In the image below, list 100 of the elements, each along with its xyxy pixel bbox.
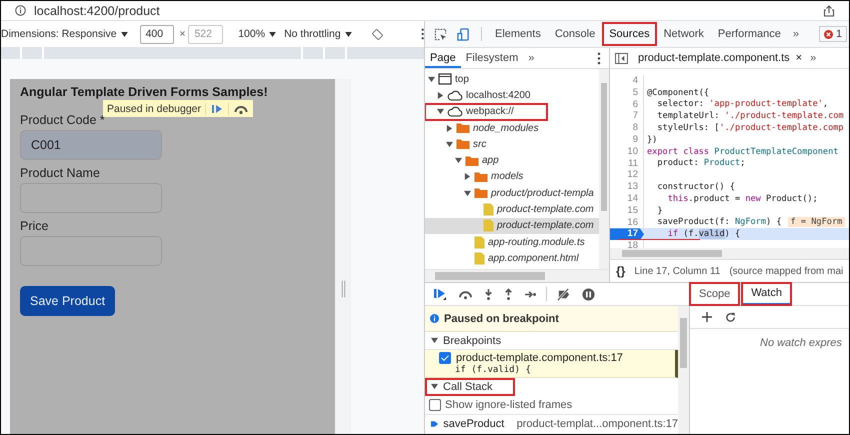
section-header[interactable]: Call Stack: [425, 378, 515, 396]
empty-watch-message: No watch expres: [759, 336, 843, 349]
error-count-badge[interactable]: 1: [819, 26, 847, 42]
zoom-dropdown[interactable]: 100%: [238, 28, 276, 40]
tree-item[interactable]: top: [425, 71, 599, 88]
navigator-tab[interactable]: Filesystem: [460, 48, 524, 68]
horizontal-scrollbar[interactable]: [610, 248, 849, 259]
line-number[interactable]: 15: [610, 204, 644, 217]
more-tabs-chevron[interactable]: »: [523, 52, 540, 64]
navigator-tab[interactable]: Page: [425, 48, 461, 68]
line-number[interactable]: 4: [610, 75, 644, 87]
pause-icon[interactable]: [582, 288, 595, 300]
code-line: styleUrls: ['./product-template.comp: [656, 123, 844, 134]
field-label: Price: [20, 219, 48, 233]
refresh-icon[interactable]: [725, 312, 736, 322]
more-tabs-chevron[interactable]: »: [805, 52, 822, 64]
expanded-arrow-icon[interactable]: [431, 337, 438, 344]
line-number[interactable]: 10: [610, 146, 644, 158]
sidebar-tab[interactable]: Watch: [742, 283, 791, 305]
line-number[interactable]: 12: [610, 169, 644, 182]
expanded-arrow-icon[interactable]: [428, 76, 435, 83]
code-line: saveProduct(f: NgForm) {: [656, 217, 782, 228]
line-number[interactable]: 8: [610, 122, 644, 134]
more-tabs-chevron[interactable]: »: [788, 28, 804, 40]
resume-icon[interactable]: [433, 287, 447, 301]
more-options-icon[interactable]: [420, 27, 424, 41]
inline-value: f = NgForm: [788, 217, 846, 228]
pretty-print-button[interactable]: {}: [616, 264, 626, 278]
tree-item[interactable]: app-routing.module.ts: [425, 234, 599, 250]
collapsed-arrow-icon[interactable]: [464, 173, 471, 180]
line-number[interactable]: 7: [610, 110, 644, 122]
vertical-scrollbar[interactable]: [678, 306, 689, 434]
tree-item[interactable]: product-template.com: [425, 218, 599, 234]
expanded-arrow-icon[interactable]: [455, 157, 462, 164]
step-over-icon[interactable]: [458, 288, 473, 300]
expanded-arrow-icon[interactable]: [464, 190, 471, 197]
code-line: templateUrl: './product-template.com: [656, 111, 844, 122]
line-number[interactable]: 9: [610, 134, 644, 146]
devtools-tab[interactable]: Performance: [710, 22, 788, 46]
call-frame[interactable]: saveProduct product-templat...omponent.ts:17: [425, 415, 678, 433]
step-out-icon[interactable]: [504, 288, 513, 300]
inspect-element-icon[interactable]: [434, 28, 447, 40]
devtools-tab[interactable]: Elements: [488, 22, 548, 46]
tree-item[interactable]: app.component.html: [425, 250, 599, 267]
tree-item[interactable]: product/product-templa: [425, 185, 599, 202]
checkbox-label[interactable]: Show ignore-listed frames: [445, 399, 572, 411]
breakpoint-location[interactable]: product-template.component.ts:17: [456, 352, 623, 364]
line-number[interactable]: 5: [610, 86, 644, 99]
cloud-icon: [447, 90, 463, 101]
url-text[interactable]: localhost:4200/product: [34, 4, 160, 18]
line-number[interactable]: 6: [610, 98, 644, 110]
file-icon: [483, 219, 494, 232]
device-toolbar-icon[interactable]: [457, 28, 470, 40]
error-icon: [824, 30, 834, 38]
expanded-arrow-icon[interactable]: [437, 108, 444, 116]
editor-tab[interactable]: product-template.component.ts: [633, 52, 793, 64]
tree-item[interactable]: localhost:4200: [425, 87, 599, 104]
code-line: constructor() {: [656, 182, 735, 192]
line-number[interactable]: 13: [610, 181, 644, 193]
folder-icon: [456, 122, 470, 134]
checkbox[interactable]: [429, 399, 441, 411]
toggle-navigator-icon[interactable]: [615, 52, 628, 64]
sidebar-tab[interactable]: Scope: [690, 283, 740, 305]
devtools-tab[interactable]: Console: [548, 22, 602, 46]
tree-item[interactable]: webpack://: [425, 104, 547, 120]
add-icon[interactable]: [702, 312, 712, 322]
collapsed-arrow-icon[interactable]: [437, 92, 444, 99]
step-into-icon[interactable]: [484, 288, 493, 300]
devtools-tab[interactable]: Network: [656, 22, 711, 46]
width-input[interactable]: 400: [140, 24, 174, 44]
code-line: selector: 'app-product-template',: [656, 99, 828, 110]
vertical-scrollbar[interactable]: [599, 69, 609, 269]
line-number[interactable]: 11: [610, 158, 644, 170]
collapsed-arrow-icon[interactable]: [446, 124, 453, 132]
horizontal-scrollbar[interactable]: [425, 269, 609, 282]
line-number[interactable]: 14: [610, 192, 644, 205]
checkbox[interactable]: [439, 352, 451, 364]
tree-item[interactable]: src: [425, 136, 599, 152]
line-number[interactable]: 17: [610, 228, 644, 240]
throttling-dropdown[interactable]: No throttling: [284, 28, 352, 40]
code-line: }: [656, 206, 663, 216]
tree-item[interactable]: models: [425, 168, 599, 186]
rotate-icon[interactable]: [372, 28, 383, 40]
more-options-icon[interactable]: [597, 52, 601, 64]
save-product-button[interactable]: Save Product: [20, 286, 116, 316]
deactivate-breakpoints-icon[interactable]: [556, 288, 571, 300]
tree-item[interactable]: node_modules: [425, 120, 599, 136]
devtools-tab[interactable]: Sources: [602, 22, 657, 46]
expanded-arrow-icon[interactable]: [446, 140, 453, 148]
close-tab-button[interactable]: ×: [792, 52, 806, 64]
tree-item[interactable]: product-template.com: [425, 201, 599, 218]
expanded-arrow-icon[interactable]: [431, 383, 438, 390]
step-icon[interactable]: [524, 290, 537, 298]
info-icon[interactable]: [15, 5, 26, 16]
resize-handle-icon[interactable]: [340, 279, 346, 299]
tree-item[interactable]: app: [425, 152, 599, 169]
dimensions-dropdown[interactable]: Dimensions: Responsive: [1, 28, 128, 40]
code-line: export class ProductTemplateComponent: [647, 146, 838, 157]
paused-message: Paused on breakpoint: [425, 306, 678, 332]
share-icon[interactable]: [823, 4, 835, 16]
